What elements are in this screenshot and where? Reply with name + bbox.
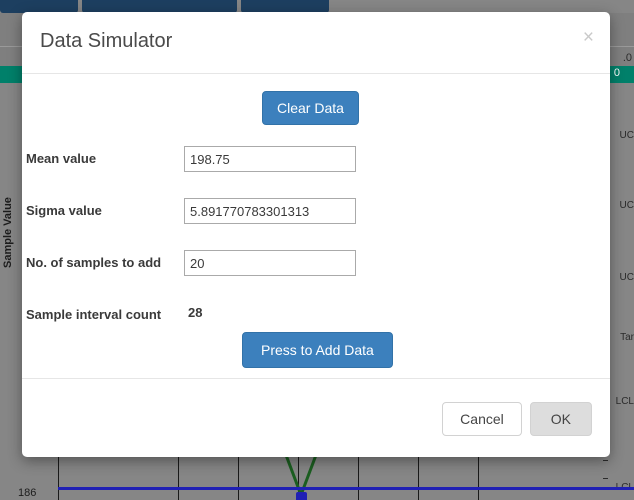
samples-to-add-input[interactable] (184, 250, 356, 276)
dialog-title: Data Simulator (40, 30, 173, 52)
y-axis-label: Sample Value (2, 197, 14, 268)
limit-label-lcl-1: LCL (615, 396, 634, 407)
label-mean-value: Mean value (26, 151, 97, 166)
limit-label-ucl-3: UC (619, 272, 634, 283)
data-simulator-dialog: Data Simulator × Clear Data Mean value S… (22, 12, 610, 457)
form-row-samples-to-add: No. of samples to add (22, 250, 610, 280)
axis-number-label: .0 (622, 52, 632, 64)
label-sample-interval-count: Sample interval count (26, 307, 162, 322)
form-row-sigma-value: Sigma value (22, 198, 610, 228)
chart-center-line (58, 487, 634, 490)
label-sigma-value: Sigma value (26, 203, 102, 218)
add-data-button-container: Press to Add Data (242, 332, 393, 368)
limit-label-ucl-2: UC (619, 200, 634, 211)
chart-series-line (284, 455, 318, 496)
dialog-header: Data Simulator × (22, 12, 610, 74)
sigma-value-input[interactable] (184, 198, 356, 224)
y-axis-tick-label: 186 (18, 487, 37, 499)
press-to-add-data-button[interactable]: Press to Add Data (242, 332, 393, 368)
clear-data-button[interactable]: Clear Data (262, 91, 359, 125)
footer-button-group: Cancel OK (442, 402, 592, 436)
control-chart (58, 455, 634, 500)
chart-data-point (296, 492, 307, 500)
sample-interval-count-value: 28 (188, 305, 203, 320)
status-band-value: 0 (613, 67, 620, 79)
dialog-body: Clear Data Mean value Sigma value No. of… (22, 74, 610, 378)
form-row-sample-interval-count: Sample interval count 28 (22, 302, 610, 332)
limit-label-ucl-1: UC (619, 130, 634, 141)
mean-value-input[interactable] (184, 146, 356, 172)
close-icon[interactable]: × (583, 28, 594, 47)
label-samples-to-add: No. of samples to add (26, 255, 162, 270)
cancel-button[interactable]: Cancel (442, 402, 522, 436)
form-row-mean-value: Mean value (22, 146, 610, 176)
ok-button[interactable]: OK (529, 402, 592, 436)
dialog-footer: Cancel OK (22, 378, 610, 456)
clear-data-button-container: Clear Data (262, 91, 359, 125)
limit-label-target: Tar (620, 332, 634, 343)
